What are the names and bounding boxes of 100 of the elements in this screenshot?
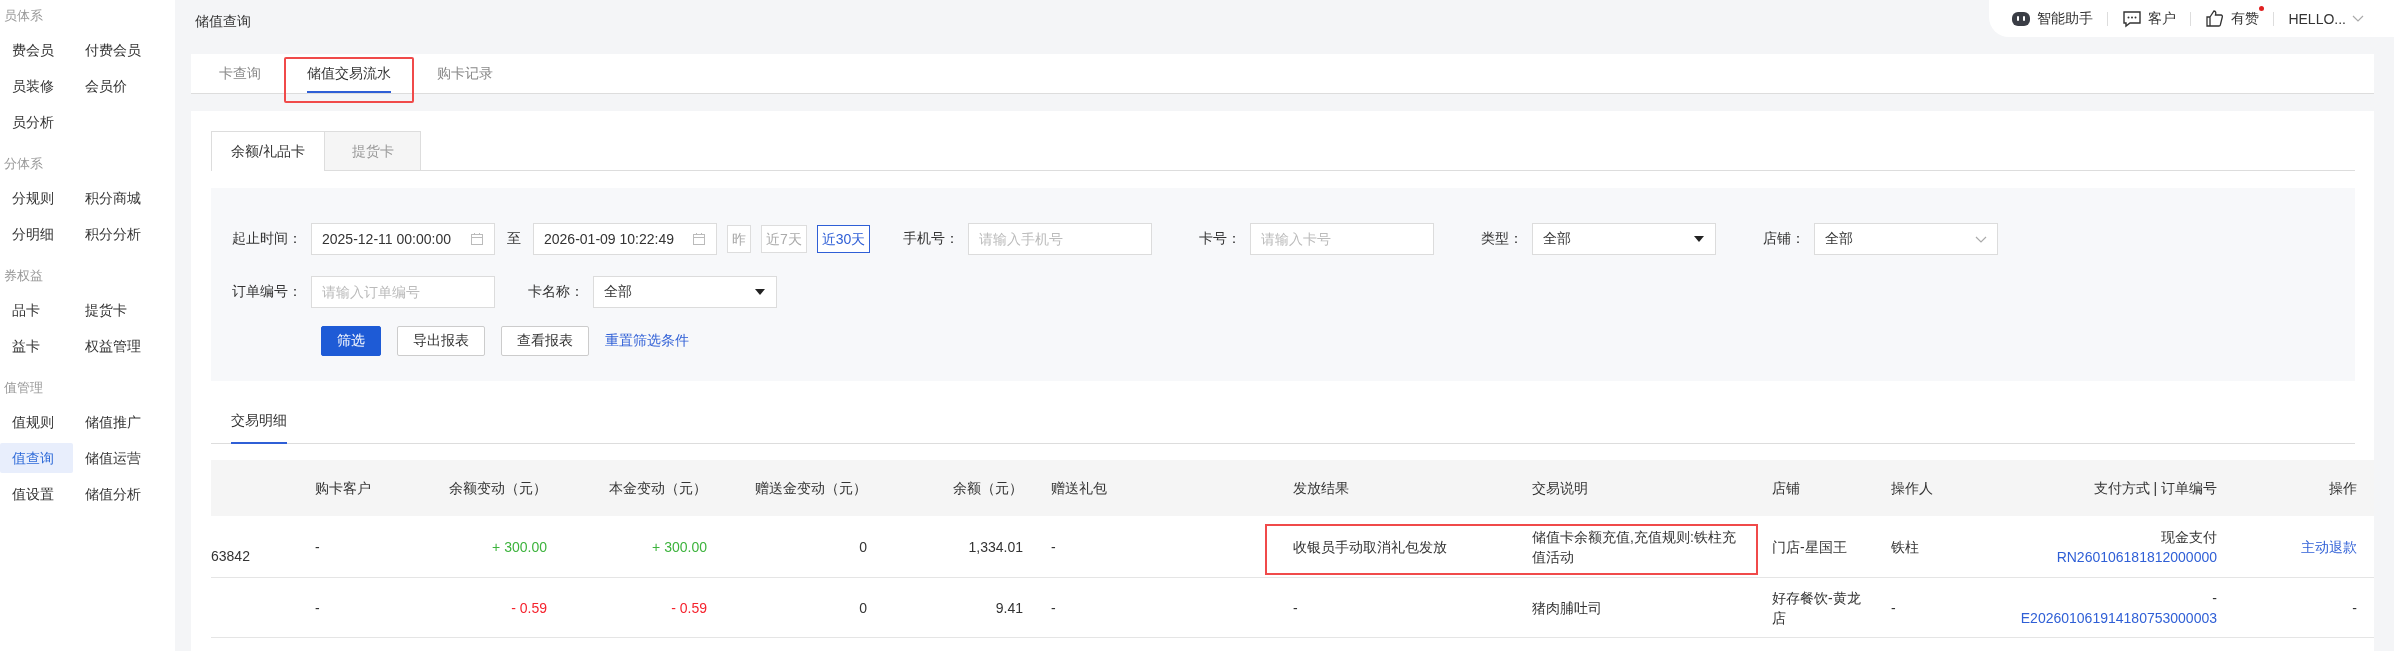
table-cell-text: 0 <box>859 537 867 557</box>
sidebar-item[interactable]: 值查询 <box>0 443 73 473</box>
top-bar-label: 有赞 <box>2231 9 2260 28</box>
select-field[interactable]: 全部 <box>1532 223 1717 255</box>
reset-link[interactable]: 重置筛选条件 <box>605 332 689 350</box>
date-field[interactable]: 2025-12-11 00:00:00 <box>311 223 495 255</box>
field-label: 卡名称： <box>527 283 585 301</box>
table-cell-text: - <box>1051 598 1057 618</box>
calendar-icon <box>692 232 706 246</box>
table-cell-text: - <box>1293 598 1299 618</box>
table-cell-text: 好存餐饮-黄龙店 <box>1772 588 1862 628</box>
page-title: 储值查询 <box>194 13 251 31</box>
sidebar-item[interactable]: 会员价 <box>85 71 165 101</box>
top-bar-label: 智能助手 <box>2037 9 2094 28</box>
sidebar-item[interactable]: 值设置 <box>0 479 73 509</box>
table-cell-text: - <box>1051 537 1057 557</box>
table-cell-text: 现金支付 <box>2161 527 2217 547</box>
amount-text: + 300.00 <box>652 537 707 557</box>
sidebar-item[interactable]: 值规则 <box>0 407 73 437</box>
column-header: 交易说明 <box>1532 479 1589 498</box>
chat-icon <box>2122 8 2143 29</box>
table-cell-text: - <box>1891 598 1897 618</box>
column-header: 赠送礼包 <box>1051 479 1108 498</box>
sidebar-item[interactable]: 员装修 <box>0 71 73 101</box>
sidebar-item[interactable]: 分明细 <box>0 219 73 249</box>
sidebar-item[interactable]: 益卡 <box>0 331 73 361</box>
sidebar-item[interactable]: 储值推广 <box>85 407 165 437</box>
sidebar-item[interactable]: 储值分析 <box>85 479 165 509</box>
table-cell-text: - <box>2212 588 2217 608</box>
field-label: 起止时间： <box>231 230 303 248</box>
report-button[interactable]: 导出报表 <box>397 326 485 356</box>
sidebar-group-title: 分体系 <box>3 155 44 173</box>
column-header: 操作人 <box>1891 479 1934 498</box>
chevron-icon <box>1975 234 1988 244</box>
sidebar-item[interactable]: 付费会员 <box>85 35 165 65</box>
date-field[interactable]: 2026-01-09 10:22:49 <box>533 223 717 255</box>
sidebar-item[interactable]: 提货卡 <box>85 295 165 325</box>
field-label: 订单编号： <box>231 283 303 301</box>
table-cell-text: 9.41 <box>995 598 1023 618</box>
top-bar-label: HELLO... <box>2288 10 2346 27</box>
field-label: 店铺： <box>1762 230 1807 248</box>
input-field[interactable]: 请输入卡号 <box>1250 223 1435 255</box>
sidebar-item[interactable]: 积分商城 <box>85 183 165 213</box>
caret-icon <box>1693 234 1706 244</box>
filter-button[interactable]: 筛选 <box>321 326 381 356</box>
sidebar-group-title: 员体系 <box>3 7 44 25</box>
tab[interactable]: 卡查询 <box>196 54 284 93</box>
column-header: 发放结果 <box>1293 479 1350 498</box>
table-cell-text: 收银员手动取消礼包发放 <box>1293 537 1448 557</box>
table-cell-text: - <box>315 598 321 618</box>
range-separator: 至 <box>507 230 521 248</box>
sidebar-item[interactable]: 储值运营 <box>85 443 165 473</box>
column-header: 赠送金变动（元） <box>755 479 867 498</box>
order-number-link[interactable]: E202601061914180753000003 <box>2020 607 2217 628</box>
top-bar-label: 客户 <box>2148 9 2177 28</box>
amount-text: - 0.59 <box>511 598 547 618</box>
table-cell-text: - <box>315 537 321 557</box>
select-field[interactable]: 全部 <box>593 276 777 308</box>
table-cell-text: 0 <box>859 598 867 618</box>
sidebar-item[interactable]: 积分分析 <box>85 219 165 249</box>
tab[interactable]: 交易明细 <box>231 412 287 444</box>
field-label: 卡号： <box>1198 230 1243 248</box>
table-cell-text: 1,334.01 <box>968 537 1023 557</box>
sidebar-item[interactable]: 权益管理 <box>85 331 165 361</box>
table-cell-text: 猪肉脯吐司 <box>1532 598 1603 618</box>
select-field[interactable]: 全部 <box>1814 223 1999 255</box>
table-cell-text: 储值卡余额充值,充值规则:铁柱充值活动 <box>1532 527 1737 567</box>
field-label: 手机号： <box>902 230 961 248</box>
sidebar-item[interactable]: 费会员 <box>0 35 73 65</box>
column-header: 购卡客户 <box>315 479 372 498</box>
table-cell-text: - <box>2352 598 2357 618</box>
calendar-icon <box>470 232 484 246</box>
sidebar-item[interactable]: 员分析 <box>0 107 73 137</box>
column-header: 余额变动（元） <box>449 479 547 498</box>
thumbs-up-icon <box>2205 8 2226 29</box>
table-cell-text: 铁柱 <box>1891 537 1920 557</box>
refund-link[interactable]: 主动退款 <box>2301 536 2357 557</box>
caret-icon <box>754 287 766 297</box>
order-number-link[interactable]: RN260106181812000000 <box>2056 546 2217 567</box>
column-header: 店铺 <box>1772 479 1801 498</box>
sidebar-group-title: 券权益 <box>3 267 44 285</box>
amount-text: - 0.59 <box>671 598 707 618</box>
input-field[interactable]: 请输入订单编号 <box>311 276 495 308</box>
table-cell-text: 门店-星国王 <box>1772 537 1848 557</box>
card-type-tab[interactable]: 余额/礼品卡 <box>211 131 325 171</box>
chevron-icon <box>2352 14 2364 23</box>
sidebar-item[interactable]: 分规则 <box>0 183 73 213</box>
column-header: 操作 <box>2329 479 2357 498</box>
column-header: 支付方式 | 订单编号 <box>2093 479 2217 498</box>
date-preset-button[interactable]: 近30天 <box>816 225 871 253</box>
field-label: 类型： <box>1480 230 1525 248</box>
column-header: 本金变动（元） <box>609 479 707 498</box>
input-field[interactable]: 请输入手机号 <box>968 223 1153 255</box>
sidebar-group-title: 值管理 <box>3 379 44 397</box>
report-button[interactable]: 查看报表 <box>501 326 589 356</box>
table-cell-text: 63842 <box>211 546 251 566</box>
tab[interactable]: 购卡记录 <box>414 54 516 93</box>
tab[interactable]: 储值交易流水 <box>284 54 414 93</box>
sidebar-item[interactable]: 品卡 <box>0 295 73 325</box>
amount-text: + 300.00 <box>492 537 547 557</box>
